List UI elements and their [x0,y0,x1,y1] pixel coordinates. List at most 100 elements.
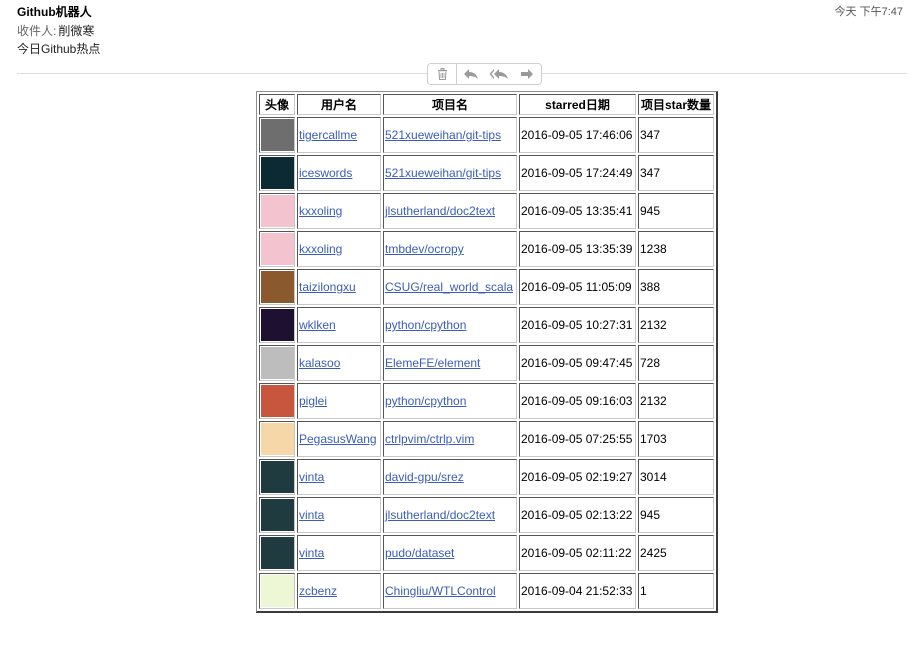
header-avatar: 头像 [259,94,295,115]
recipient-line: 收件人: 削微寒 [17,24,907,39]
avatar-cell [259,231,295,267]
avatar[interactable] [260,499,294,531]
header-star-count: 项目star数量 [638,94,714,115]
github-hot-table-wrapper: 头像 用户名 项目名 starred日期 项目star数量 tigercallm… [256,91,718,613]
starred-date-cell: 2016-09-05 09:16:03 [519,383,636,419]
table-row: kxxoling tmbdev/ocropy 2016-09-05 13:35:39… [259,231,714,267]
user-link[interactable]: kxxoling [299,242,342,256]
user-link[interactable]: piglei [299,394,327,408]
repo-cell: 521xueweihan/git-tips [383,155,517,191]
star-count-cell: 1 [638,573,714,609]
delete-button[interactable] [428,64,456,84]
user-cell: kxxoling [297,193,381,229]
user-link[interactable]: PegasusWang [299,432,377,446]
header-user: 用户名 [297,94,381,115]
star-count-cell: 1703 [638,421,714,457]
repo-link[interactable]: jlsutherland/doc2text [385,204,495,218]
user-cell: piglei [297,383,381,419]
repo-link[interactable]: ctrlpvim/ctrlp.vim [385,432,474,446]
user-link[interactable]: iceswords [299,166,352,180]
starred-date-cell: 2016-09-05 02:11:22 [519,535,636,571]
header-starred-date: starred日期 [519,94,636,115]
user-link[interactable]: vinta [299,546,324,560]
repo-cell: Chingliu/WTLControl [383,573,517,609]
repo-link[interactable]: python/cpython [385,394,466,408]
star-count-cell: 945 [638,497,714,533]
table-body: tigercallme 521xueweihan/git-tips 2016-09-… [259,117,714,609]
repo-link[interactable]: 521xueweihan/git-tips [385,166,501,180]
avatar[interactable] [260,461,294,493]
avatar[interactable] [260,195,294,227]
starred-date-cell: 2016-09-04 21:52:33 [519,573,636,609]
repo-link[interactable]: Chingliu/WTLControl [385,584,496,598]
avatar-cell [259,383,295,419]
repo-cell: CSUG/real_world_scala [383,269,517,305]
table-row: wklken python/cpython 2016-09-05 10:27:31 2… [259,307,714,343]
starred-date-cell: 2016-09-05 09:47:45 [519,345,636,381]
user-cell: vinta [297,459,381,495]
avatar[interactable] [260,347,294,379]
github-hot-table: 头像 用户名 项目名 starred日期 项目star数量 tigercallm… [256,91,718,613]
recipient-name[interactable]: 削微寒 [58,24,94,38]
user-cell: iceswords [297,155,381,191]
repo-cell: tmbdev/ocropy [383,231,517,267]
starred-date-cell: 2016-09-05 07:25:55 [519,421,636,457]
user-cell: PegasusWang [297,421,381,457]
repo-cell: jlsutherland/doc2text [383,497,517,533]
avatar-cell [259,573,295,609]
repo-link[interactable]: python/cpython [385,318,466,332]
repo-link[interactable]: david-gpu/srez [385,470,464,484]
repo-cell: ctrlpvim/ctrlp.vim [383,421,517,457]
avatar[interactable] [260,233,294,265]
table-row: zcbenz Chingliu/WTLControl 2016-09-04 21:5… [259,573,714,609]
reply-icon [464,69,478,79]
avatar[interactable] [260,385,294,417]
table-row: taizilongxu CSUG/real_world_scala 2016-09-… [259,269,714,305]
user-link[interactable]: wklken [299,318,336,332]
avatar-cell [259,193,295,229]
user-link[interactable]: zcbenz [299,584,337,598]
star-count-cell: 388 [638,269,714,305]
user-link[interactable]: vinta [299,470,324,484]
avatar[interactable] [260,575,294,607]
star-count-cell: 728 [638,345,714,381]
starred-date-cell: 2016-09-05 13:35:41 [519,193,636,229]
repo-link[interactable]: tmbdev/ocropy [385,242,464,256]
star-count-cell: 2132 [638,307,714,343]
table-row: kxxoling jlsutherland/doc2text 2016-09-05 … [259,193,714,229]
repo-link[interactable]: 521xueweihan/git-tips [385,128,501,142]
email-time: 今天 下午7:47 [834,6,903,18]
star-count-cell: 1238 [638,231,714,267]
avatar[interactable] [260,271,294,303]
avatar[interactable] [260,157,294,189]
star-count-cell: 2425 [638,535,714,571]
user-link[interactable]: kxxoling [299,204,342,218]
table-header-row: 头像 用户名 项目名 starred日期 项目star数量 [259,94,714,115]
reply-button[interactable] [457,64,485,84]
user-link[interactable]: vinta [299,508,324,522]
star-count-cell: 347 [638,155,714,191]
avatar-cell [259,459,295,495]
avatar-cell [259,269,295,305]
repo-link[interactable]: CSUG/real_world_scala [385,280,513,294]
avatar[interactable] [260,537,294,569]
reply-all-button[interactable] [485,64,513,84]
avatar-cell [259,155,295,191]
repo-cell: jlsutherland/doc2text [383,193,517,229]
user-cell: zcbenz [297,573,381,609]
avatar[interactable] [260,309,294,341]
user-link[interactable]: tigercallme [299,128,357,142]
avatar[interactable] [260,423,294,455]
forward-button[interactable] [513,64,541,84]
table-row: piglei python/cpython 2016-09-05 09:16:03 2… [259,383,714,419]
avatar[interactable] [260,119,294,151]
repo-link[interactable]: ElemeFE/element [385,356,480,370]
user-link[interactable]: taizilongxu [299,280,356,294]
repo-link[interactable]: pudo/dataset [385,546,454,560]
starred-date-cell: 2016-09-05 13:35:39 [519,231,636,267]
avatar-cell [259,535,295,571]
star-count-cell: 347 [638,117,714,153]
user-link[interactable]: kalasoo [299,356,340,370]
repo-link[interactable]: jlsutherland/doc2text [385,508,495,522]
starred-date-cell: 2016-09-05 11:05:09 [519,269,636,305]
